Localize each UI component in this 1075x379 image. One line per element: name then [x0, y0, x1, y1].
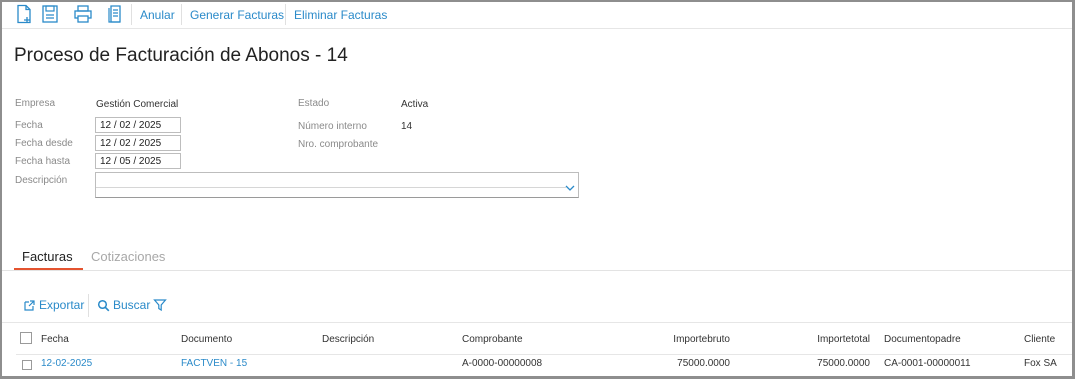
print-icon[interactable]: [73, 4, 93, 24]
empresa-label: Empresa: [15, 98, 56, 109]
cell-comprobante: A-0000-00000008: [462, 358, 543, 369]
row-checkbox[interactable]: [22, 360, 32, 370]
estado-value: Activa: [401, 99, 429, 110]
toolbar-divider: [285, 4, 286, 25]
empresa-value: Gestión Comercial: [96, 99, 179, 110]
page-title: Proceso de Facturación de Abonos - 14: [14, 45, 348, 66]
descripcion-label: Descripción: [15, 175, 68, 186]
select-all-checkbox[interactable]: [20, 332, 32, 344]
cell-documentopadre: CA-0001-00000011: [884, 358, 971, 369]
search-icon: [97, 299, 110, 311]
exportar-label: Exportar: [39, 298, 85, 312]
column-header-descripcion[interactable]: Descripción: [322, 334, 374, 345]
chevron-down-icon[interactable]: [564, 180, 576, 191]
export-icon: [24, 299, 35, 311]
save-icon[interactable]: [40, 4, 60, 24]
toolbar-divider: [181, 4, 182, 25]
grid-toolbar-divider: [88, 294, 89, 317]
fecha-hasta-label: Fecha hasta: [15, 156, 71, 167]
buscar-button[interactable]: Buscar: [97, 298, 150, 312]
column-header-importebruto[interactable]: Importebruto: [630, 334, 730, 345]
grid-header-divider: [16, 354, 1072, 355]
column-header-documentopadre[interactable]: Documentopadre: [884, 334, 961, 345]
toolbar-divider: [131, 4, 132, 25]
fecha-field[interactable]: 12 / 02 / 2025: [95, 117, 181, 133]
estado-label: Estado: [298, 98, 330, 109]
cell-fecha[interactable]: 12-02-2025: [41, 358, 92, 369]
column-header-cliente[interactable]: Cliente: [1024, 334, 1055, 345]
app-frame: Anular Generar Facturas Eliminar Factura…: [0, 0, 1075, 379]
eliminar-facturas-button[interactable]: Eliminar Facturas: [294, 8, 387, 22]
numero-interno-value: 14: [401, 121, 413, 132]
nro-comprobante-label: Nro. comprobante: [298, 139, 379, 150]
filter-icon[interactable]: [153, 298, 167, 312]
fecha-label: Fecha: [15, 120, 43, 131]
cell-cliente: Fox SA: [1024, 358, 1057, 369]
cell-importetotal: 75000.0000: [817, 358, 870, 369]
cell-importebruto: 75000.0000: [677, 358, 730, 369]
fecha-desde-field[interactable]: 12 / 02 / 2025: [95, 135, 181, 151]
cell-documento[interactable]: FACTVEN - 15: [181, 358, 247, 369]
grid-top-divider: [2, 322, 1072, 323]
column-header-comprobante[interactable]: Comprobante: [462, 334, 523, 345]
column-header-documento[interactable]: Documento: [181, 334, 232, 345]
descripcion-underline: [96, 187, 566, 188]
generar-facturas-button[interactable]: Generar Facturas: [190, 8, 284, 22]
descripcion-field[interactable]: [95, 172, 579, 198]
fecha-desde-label: Fecha desde: [15, 138, 73, 149]
tabs-divider: [2, 270, 1072, 271]
numero-interno-label: Número interno: [298, 121, 367, 132]
tab-facturas[interactable]: Facturas: [22, 249, 73, 264]
tab-cotizaciones[interactable]: Cotizaciones: [91, 249, 165, 264]
new-document-icon[interactable]: [14, 4, 34, 24]
buscar-label: Buscar: [113, 298, 151, 312]
anular-button[interactable]: Anular: [140, 8, 175, 22]
fecha-hasta-field[interactable]: 12 / 05 / 2025: [95, 153, 181, 169]
column-header-importetotal[interactable]: Importetotal: [770, 334, 870, 345]
report-icon[interactable]: [106, 4, 126, 24]
exportar-button[interactable]: Exportar: [23, 298, 84, 312]
toolbar: Anular Generar Facturas Eliminar Factura…: [2, 2, 1072, 29]
column-header-fecha[interactable]: Fecha: [41, 334, 69, 345]
